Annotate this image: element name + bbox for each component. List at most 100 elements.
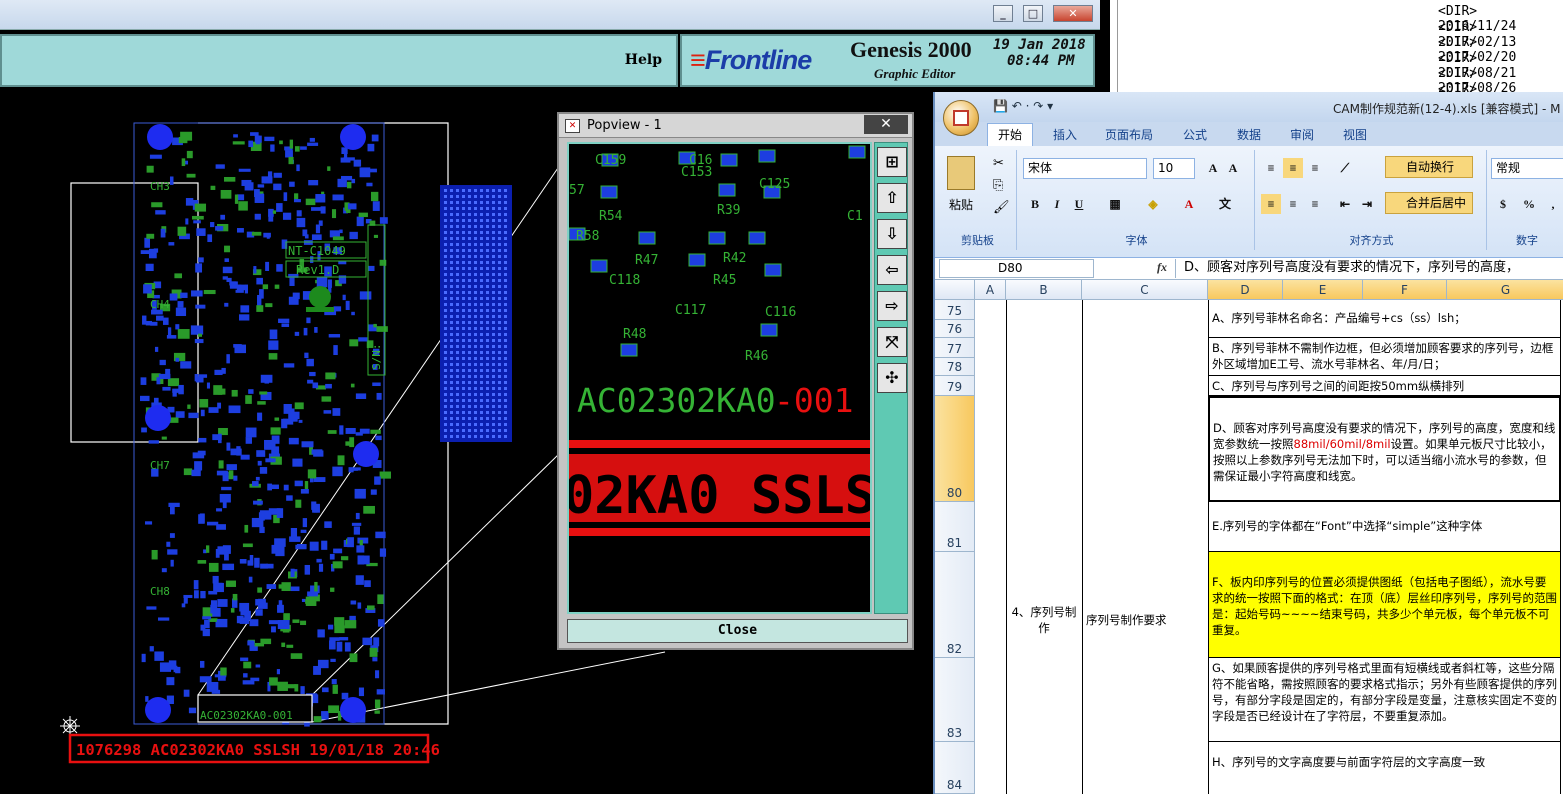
connector-pin [480, 303, 483, 306]
fill-color-icon[interactable]: ◈ [1143, 194, 1163, 214]
pcb-pad [198, 514, 205, 524]
tab-view[interactable]: 视图 [1343, 126, 1367, 143]
format-painter-icon[interactable]: 🖌 [993, 200, 1010, 215]
cell-d80[interactable]: D、顾客对序列号高度没有要求的情况下，序列号的高度，宽度和线宽参数统一按照88m… [1208, 396, 1561, 502]
connector-pin [486, 369, 489, 372]
zoom-fit-icon[interactable]: ⤧ [877, 327, 907, 357]
pcb-pad [313, 716, 322, 723]
minimize-button[interactable]: _ [993, 5, 1013, 22]
orientation-icon[interactable]: ⟋ [1335, 158, 1355, 178]
row-header[interactable]: 80 [935, 396, 975, 502]
align-left-icon[interactable]: ≡ [1261, 194, 1281, 214]
fx-icon[interactable]: fx [1157, 260, 1167, 275]
pcb-pad [267, 171, 273, 180]
increase-indent-icon[interactable]: ⇥ [1357, 194, 1377, 214]
column-header[interactable]: G [1447, 280, 1563, 300]
column-header[interactable]: E [1283, 280, 1363, 300]
tab-insert[interactable]: 插入 [1053, 126, 1077, 143]
select-all-corner[interactable] [935, 280, 975, 300]
paste-button[interactable]: 粘贴 [949, 196, 973, 213]
align-top-icon[interactable]: ≡ [1261, 158, 1281, 178]
formula-input[interactable]: D、顾客对序列号高度没有要求的情况下，序列号的高度， [1175, 259, 1563, 278]
tab-formulas[interactable]: 公式 [1183, 126, 1207, 143]
tab-home[interactable]: 开始 [987, 123, 1034, 146]
connector-pin [504, 429, 507, 432]
worksheet-grid[interactable]: A B C D E F G 75 76 77 78 79 80 81 82 83… [935, 280, 1563, 794]
merge-center-button[interactable]: 合并后居中 [1385, 192, 1473, 214]
percent-icon[interactable]: % [1519, 194, 1539, 214]
cell-d77[interactable]: B、序列号菲林不需制作边框，但必须增加顾客要求的序列号，边框外区域增加E工号、流… [1209, 338, 1560, 376]
row-header[interactable]: 75 [935, 300, 975, 320]
decrease-indent-icon[interactable]: ⇤ [1335, 194, 1355, 214]
align-center-icon[interactable]: ≡ [1283, 194, 1303, 214]
name-box[interactable]: D80 [939, 259, 1094, 278]
pcb-pad [355, 575, 364, 585]
pcb-pad [300, 529, 307, 533]
italic-icon[interactable]: I [1047, 194, 1067, 214]
column-header[interactable]: F [1363, 280, 1447, 300]
pcb-pad [165, 368, 171, 375]
phonetic-icon[interactable]: 文 [1215, 194, 1235, 214]
pan-left-icon[interactable]: ⇦ [877, 255, 907, 285]
pan-right-icon[interactable]: ⇨ [877, 291, 907, 321]
zoom-in-icon[interactable]: ⊞ [877, 147, 907, 177]
column-header[interactable]: C [1082, 280, 1208, 300]
quick-access-toolbar[interactable]: 💾 ↶ · ↷ ▾ [993, 99, 1053, 113]
row-header[interactable]: 79 [935, 376, 975, 396]
maximize-button[interactable]: □ [1023, 5, 1043, 22]
grow-font-icon[interactable]: A [1203, 158, 1223, 178]
tab-page-layout[interactable]: 页面布局 [1105, 126, 1153, 143]
connector-pin [486, 267, 489, 270]
cell-b-group[interactable]: 4、序列号制作 [1007, 602, 1081, 638]
bold-icon[interactable]: B [1025, 194, 1045, 214]
underline-icon[interactable]: U [1069, 194, 1089, 214]
border-icon[interactable]: ▦ [1105, 194, 1125, 214]
number-format-select[interactable]: 常规 [1491, 158, 1563, 179]
cell-d79[interactable]: C、序列号与序列号之间的间距按50mm纵横排列 [1209, 376, 1560, 396]
cut-icon[interactable]: ✂ [993, 156, 1004, 171]
pcb-pad [292, 458, 303, 467]
cell-d75[interactable]: A、序列号菲林名命名：产品编号+cs（ss）lsh； [1209, 300, 1560, 338]
tab-data[interactable]: 数据 [1237, 126, 1261, 143]
align-bottom-icon[interactable]: ≡ [1305, 158, 1325, 178]
pan-down-icon[interactable]: ⇩ [877, 219, 907, 249]
font-size-select[interactable]: 10 [1153, 158, 1195, 179]
window-close-button[interactable]: ✕ [1053, 5, 1093, 22]
align-middle-icon[interactable]: ≡ [1283, 158, 1303, 178]
help-menu[interactable]: Help [625, 52, 662, 68]
pcb-pad [277, 620, 290, 630]
cell-c-group[interactable]: 序列号制作要求 [1083, 610, 1207, 630]
column-header[interactable]: B [1006, 280, 1082, 300]
connector-pin [486, 423, 489, 426]
tab-review[interactable]: 审阅 [1290, 126, 1314, 143]
shrink-font-icon[interactable]: A [1223, 158, 1243, 178]
row-header[interactable]: 84 [935, 742, 975, 794]
wrap-text-button[interactable]: 自动换行 [1385, 156, 1473, 178]
row-header[interactable]: 76 [935, 320, 975, 338]
comma-icon[interactable]: , [1543, 194, 1563, 214]
align-right-icon[interactable]: ≡ [1305, 194, 1325, 214]
currency-icon[interactable]: $ [1493, 194, 1513, 214]
font-name-select[interactable]: 宋体 [1023, 158, 1147, 179]
row-header[interactable]: 82 [935, 552, 975, 658]
cell-d83[interactable]: G、如果顾客提供的序列号格式里面有短横线或者斜杠等，这些分隔符不能省略，需按照顾… [1209, 658, 1560, 742]
row-header[interactable]: 78 [935, 358, 975, 376]
row-header[interactable]: 83 [935, 658, 975, 742]
pan-up-icon[interactable]: ⇧ [877, 183, 907, 213]
cell-d81[interactable]: E.序列号的字体都在“Font”中选择“simple”这种字体 [1209, 502, 1560, 552]
cell-d84[interactable]: H、序列号的文字高度要与前面字符层的文字高度一致 [1209, 742, 1560, 794]
cell-d82[interactable]: F、板内印序列号的位置必须提供图纸（包括电子图纸），流水号要求的统一按照下面的格… [1209, 552, 1560, 658]
zoom-component-pad [764, 263, 782, 277]
popview-close-button[interactable]: Close [567, 619, 908, 643]
column-header[interactable]: D [1208, 280, 1283, 300]
row-header[interactable]: 77 [935, 338, 975, 358]
zoom-out-icon[interactable]: ✣ [877, 363, 907, 393]
copy-icon[interactable]: ⎘ [993, 178, 1003, 193]
office-button-icon[interactable] [943, 100, 979, 136]
row-header[interactable]: 81 [935, 502, 975, 552]
font-color-icon[interactable]: A [1179, 194, 1199, 214]
popview-close-x-button[interactable]: ✕ [864, 115, 908, 134]
popview-zoom-canvas[interactable]: C159 C153 C16 C125 R54 R39 R58 R47 R42 C118 C117 R4… [567, 142, 872, 614]
column-header[interactable]: A [975, 280, 1006, 300]
paste-icon[interactable] [947, 156, 975, 190]
